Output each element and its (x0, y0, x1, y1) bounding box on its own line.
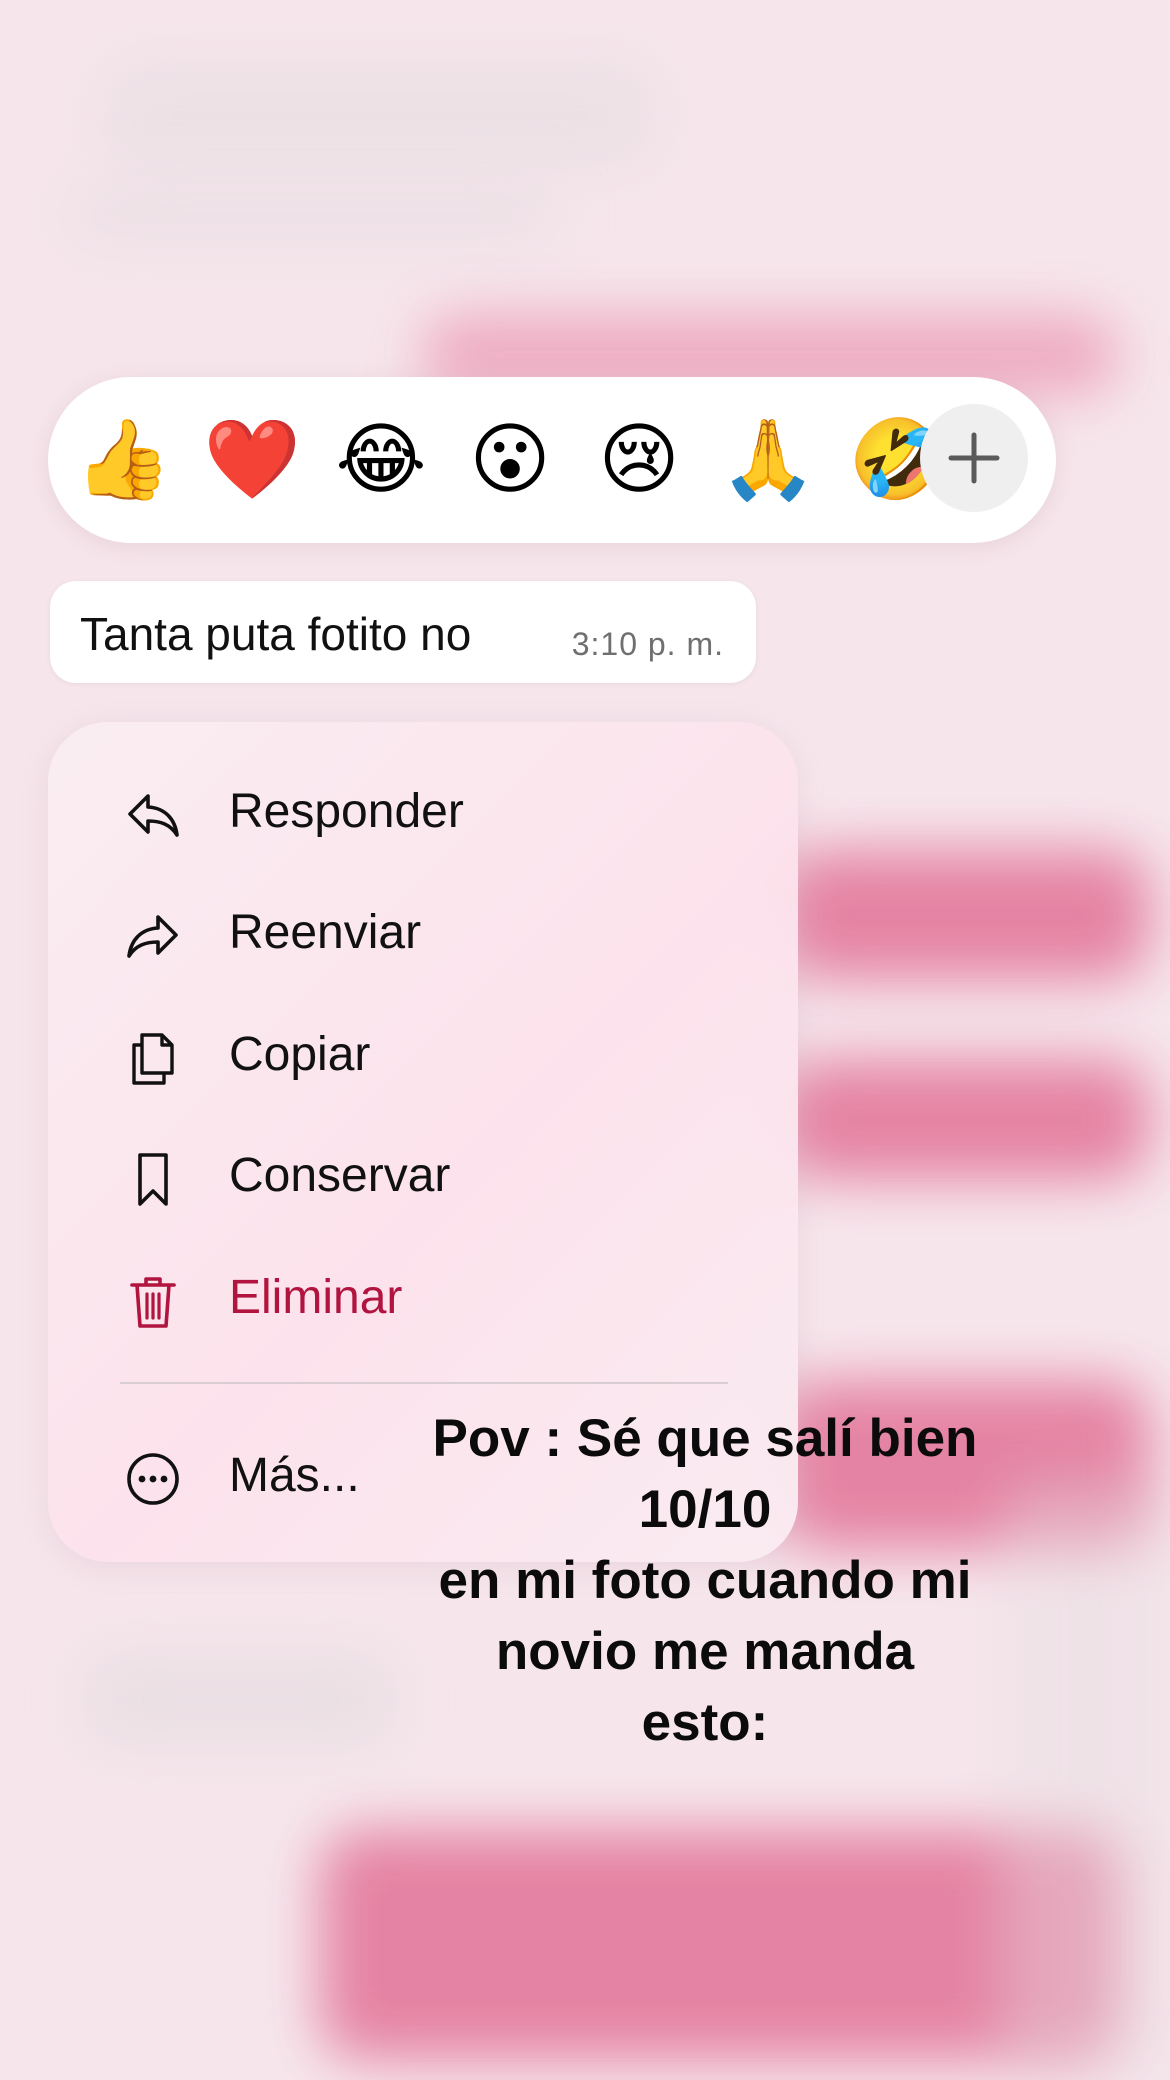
thumbs-up-emoji[interactable]: 👍 (73, 410, 173, 510)
forward-icon (127, 915, 178, 958)
plus-icon (948, 432, 1000, 484)
menu-label-save: Conservar (229, 1149, 451, 1202)
menu-label-more: Más... (229, 1449, 360, 1502)
menu-divider (120, 1382, 728, 1384)
menu-item-save[interactable]: Conservar (48, 1126, 798, 1226)
more-icon (127, 1453, 179, 1505)
menu-item-copy[interactable]: Copiar (48, 1005, 798, 1105)
trash-icon (130, 1277, 176, 1328)
menu-item-forward[interactable]: Reenviar (48, 883, 798, 983)
menu-label-reply: Responder (229, 785, 464, 838)
tears-of-joy-emoji[interactable]: 😂 (331, 410, 431, 510)
overlay-caption: Pov : Sé que salí bien 10/10 en mi foto … (432, 1409, 978, 1752)
menu-label-forward: Reenviar (229, 906, 422, 959)
reply-icon (128, 794, 179, 837)
menu-label-delete: Eliminar (229, 1271, 403, 1324)
folded-hands-emoji[interactable]: 🙏 (718, 410, 818, 510)
copy-icon (132, 1033, 174, 1085)
menu-label-copy: Copiar (229, 1028, 371, 1081)
menu-item-reply[interactable]: Responder (48, 762, 798, 862)
crying-emoji[interactable]: 😢 (589, 410, 689, 510)
menu-item-delete[interactable]: Eliminar (48, 1248, 798, 1348)
more-reactions-button[interactable] (920, 404, 1028, 512)
bookmark-icon (138, 1153, 168, 1206)
surprised-emoji[interactable]: 😮 (460, 410, 560, 510)
message-bubble[interactable]: Tanta puta fotito no 3:10 p. m. (50, 581, 756, 683)
red-heart-emoji[interactable]: ❤️ (202, 410, 302, 510)
reaction-bar: 👍 ❤️ 😂 😮 😢 🙏 🤣 (48, 377, 1056, 543)
message-text: Tanta puta fotito no (80, 608, 472, 660)
message-timestamp: 3:10 p. m. (571, 626, 724, 662)
